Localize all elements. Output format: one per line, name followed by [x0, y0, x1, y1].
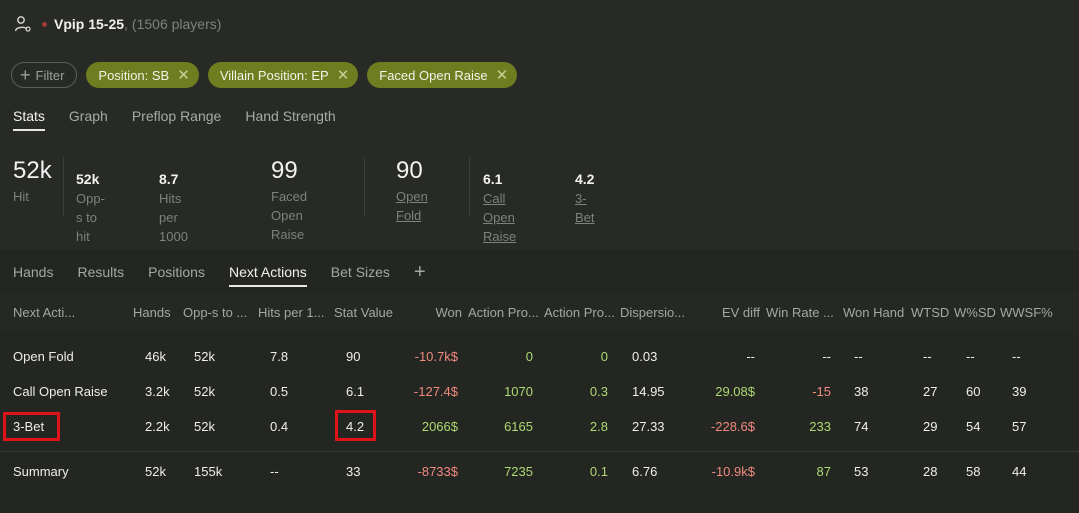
- col-next-action[interactable]: Next Acti...: [13, 305, 75, 320]
- col-won-hand[interactable]: Won Hand: [843, 305, 904, 320]
- tab-bet-sizes[interactable]: Bet Sizes: [331, 264, 390, 287]
- col-hits-per-1000[interactable]: Hits per 1...: [258, 305, 324, 320]
- details-tab-bar: Hands Results Positions Next Actions Bet…: [13, 262, 450, 287]
- col-action-pro-2[interactable]: Action Pro...: [544, 305, 615, 320]
- highlight-box: [335, 410, 376, 441]
- kpi-opps-to-hit: 52k Opp-s to hit: [76, 171, 105, 244]
- col-hands[interactable]: Hands: [133, 305, 171, 320]
- tab-next-actions[interactable]: Next Actions: [228, 264, 307, 287]
- col-wpsd[interactable]: W%SD: [954, 305, 996, 320]
- filter-chip-villain-position[interactable]: Villain Position: EP ✕: [207, 62, 359, 88]
- report-name: Vpip 15-25: [54, 16, 125, 32]
- col-ev-diff[interactable]: EV diff: [722, 305, 760, 320]
- divider: [469, 157, 470, 217]
- add-tab-icon[interactable]: +: [414, 262, 426, 287]
- tab-results[interactable]: Results: [77, 264, 124, 287]
- col-win-rate[interactable]: Win Rate ...: [766, 305, 834, 320]
- kpi-hit: 52k Hit: [13, 157, 52, 204]
- tab-hand-strength[interactable]: Hand Strength: [245, 108, 335, 131]
- tab-positions[interactable]: Positions: [148, 264, 205, 287]
- player-count: (1506 players): [131, 16, 222, 32]
- filter-chip-position[interactable]: Position: SB ✕: [86, 62, 199, 88]
- kpi-call-open-raise[interactable]: 6.1 Call Open Raise: [483, 171, 516, 246]
- col-dispersion[interactable]: Dispersio...: [620, 305, 685, 320]
- close-icon[interactable]: ✕: [177, 66, 190, 84]
- user-settings-icon[interactable]: [14, 15, 32, 33]
- col-won[interactable]: Won: [436, 305, 463, 320]
- filter-chip-faced-open-raise[interactable]: Faced Open Raise ✕: [367, 62, 518, 88]
- tab-stats[interactable]: Stats: [13, 108, 45, 131]
- col-wwsf[interactable]: WWSF%: [1000, 305, 1053, 320]
- status-dot: [42, 21, 47, 27]
- report-title: Vpip 15-25, (1506 players): [14, 12, 221, 36]
- kpi-3bet[interactable]: 4.2 3-Bet: [575, 171, 595, 227]
- divider: [364, 157, 365, 217]
- filter-bar: + Filter Position: SB ✕ Villain Position:…: [11, 62, 526, 88]
- divider: [63, 157, 64, 217]
- stats-tab-bar: Stats Graph Preflop Range Hand Strength: [13, 108, 360, 131]
- close-icon[interactable]: ✕: [496, 66, 509, 84]
- kpi-open-fold[interactable]: 90 Open Fold: [396, 157, 428, 225]
- col-opps-to-hit[interactable]: Opp-s to ...: [183, 305, 247, 320]
- details-panel: Hands Results Positions Next Actions Bet…: [0, 250, 1079, 513]
- tab-hands[interactable]: Hands: [13, 264, 53, 287]
- plus-icon: +: [20, 65, 31, 85]
- kpi-faced-open-raise: 99 Faced Open Raise: [271, 157, 308, 242]
- col-stat-value[interactable]: Stat Value: [334, 305, 393, 320]
- tab-preflop-range[interactable]: Preflop Range: [132, 108, 222, 131]
- tab-graph[interactable]: Graph: [69, 108, 108, 131]
- summary-divider: [0, 451, 1079, 452]
- col-wtsd[interactable]: WTSD: [911, 305, 949, 320]
- highlight-box: [3, 412, 60, 441]
- stats-panel: Vpip 15-25, (1506 players) + Filter Posi…: [0, 0, 1079, 263]
- col-action-pro-1[interactable]: Action Pro...: [468, 305, 539, 320]
- add-filter-button[interactable]: + Filter: [11, 62, 78, 88]
- close-icon[interactable]: ✕: [337, 66, 350, 84]
